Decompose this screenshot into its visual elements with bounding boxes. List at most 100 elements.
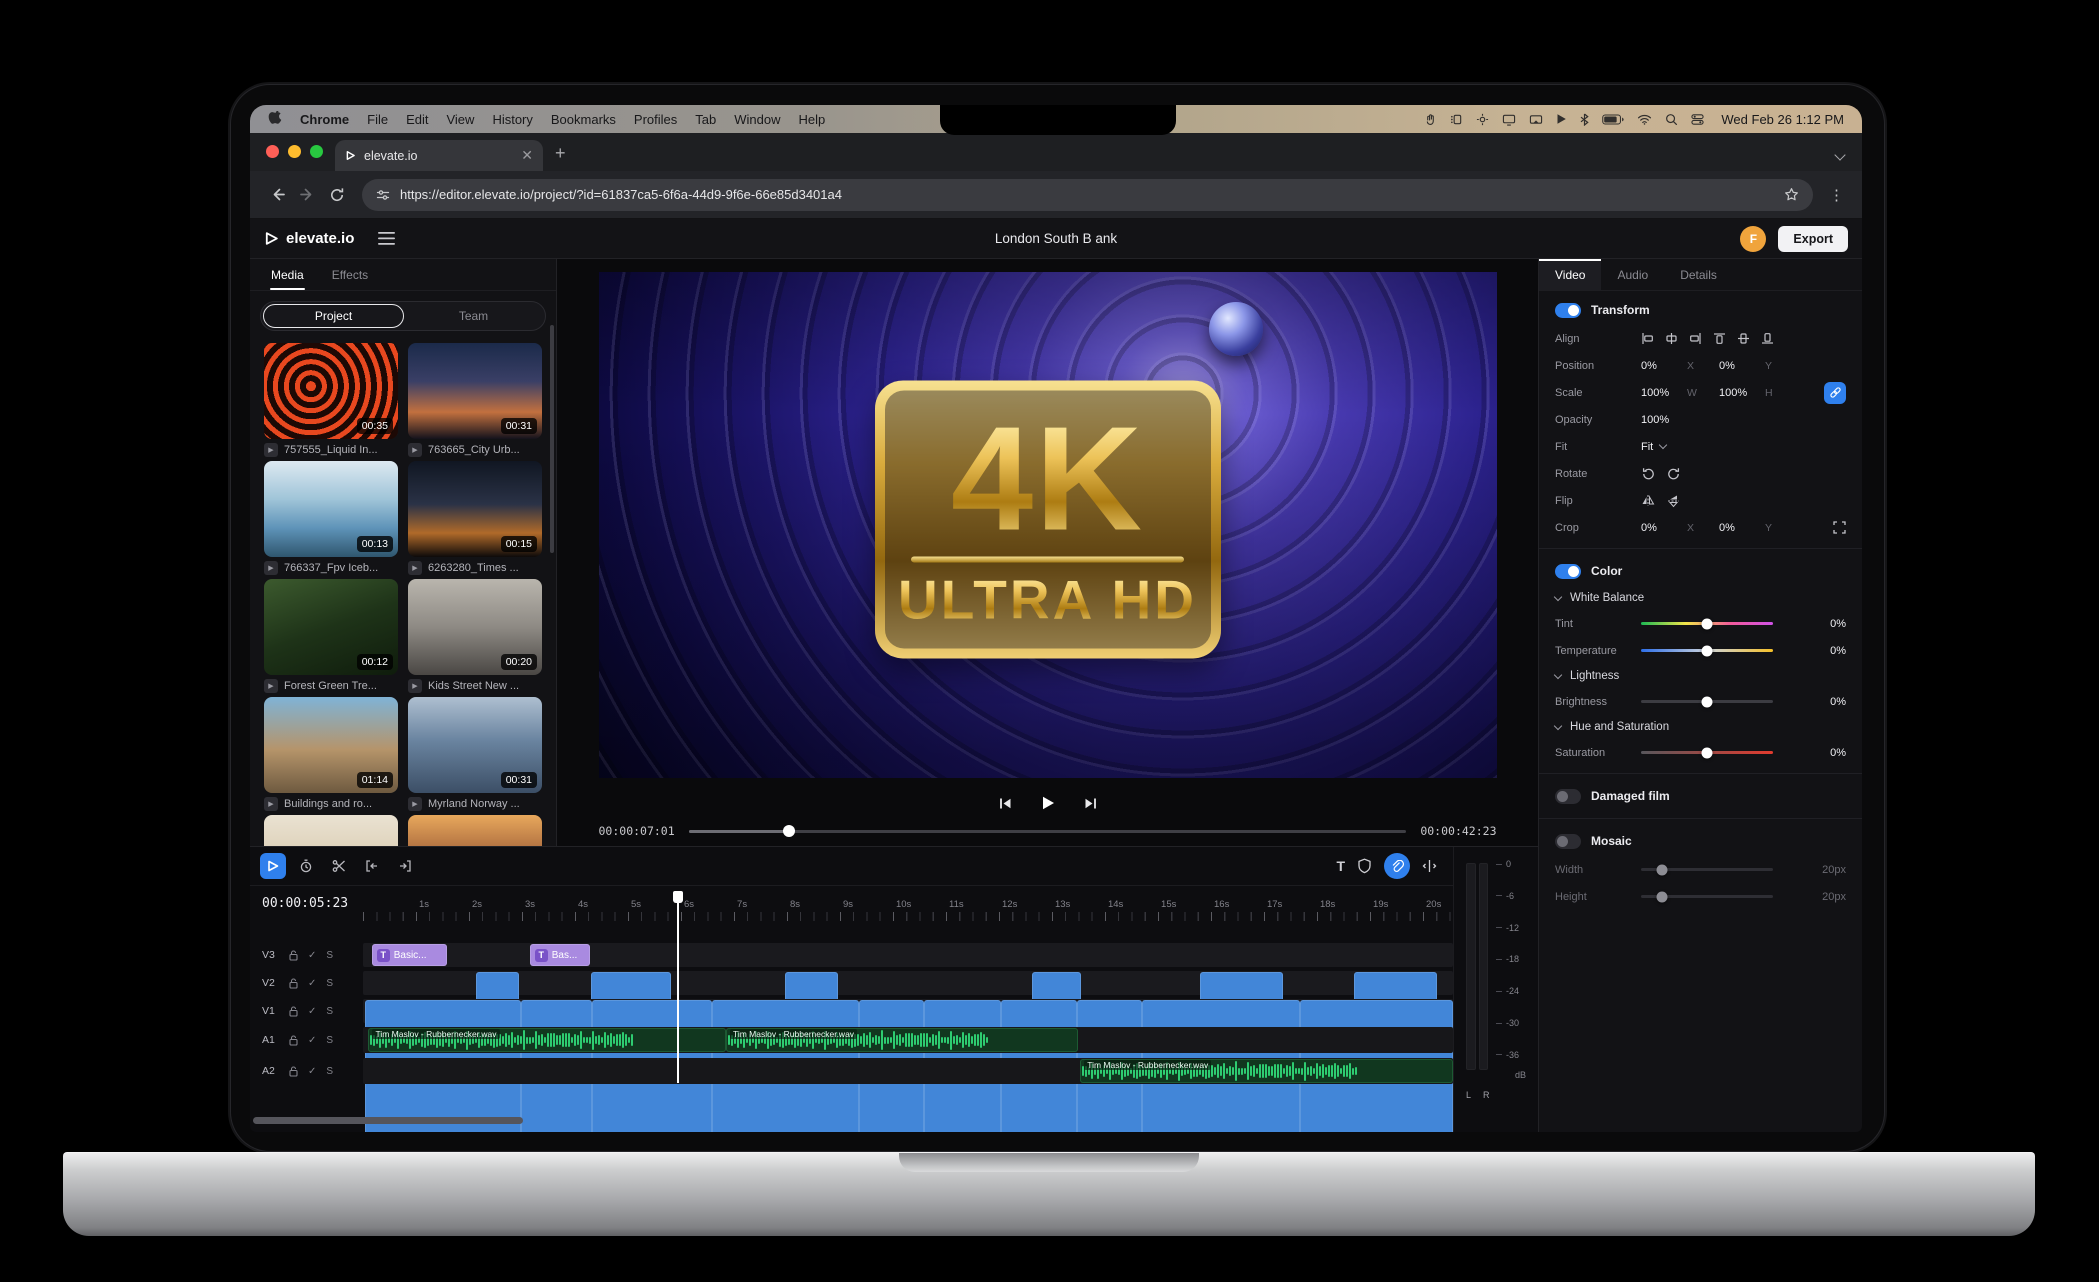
reload-button[interactable] [322, 180, 352, 210]
color-toggle[interactable] [1555, 564, 1581, 579]
media-thumbnail[interactable] [264, 815, 398, 846]
menubar-menu-item[interactable]: Edit [406, 112, 428, 127]
apple-logo-icon[interactable] [268, 111, 282, 127]
solo-button[interactable]: S [326, 950, 333, 961]
browser-tab[interactable]: elevate.io ✕ [335, 140, 543, 171]
align-bottom-icon[interactable] [1761, 332, 1774, 345]
media-thumbnail[interactable]: 00:15 [408, 461, 542, 557]
track-lane-v3[interactable]: T Basic... T Bas... [363, 943, 1453, 967]
media-card[interactable] [408, 815, 542, 846]
close-window-button[interactable] [266, 145, 279, 158]
next-frame-button[interactable] [1083, 796, 1098, 811]
project-title[interactable]: London South B ank [995, 231, 1117, 246]
audio-clip[interactable]: Tim Maslov - Rubbernecker.wav [368, 1028, 726, 1052]
menubar-menu-item[interactable]: History [492, 112, 532, 127]
flip-vertical-icon[interactable] [1667, 494, 1680, 508]
media-thumbnail[interactable] [408, 815, 542, 846]
pointer-tool-button[interactable] [260, 853, 286, 879]
lock-icon[interactable] [289, 1006, 298, 1017]
track-lane-a2[interactable]: Tim Maslov - Rubbernecker.wav [363, 1058, 1453, 1084]
stage-manager-icon[interactable] [1450, 113, 1463, 126]
bluetooth-icon[interactable] [1580, 113, 1589, 126]
scale-w-value[interactable]: 100% [1641, 387, 1687, 399]
media-card[interactable]: 00:20 ▶ Kids Street New ... [408, 579, 542, 697]
crop-expand-icon[interactable] [1833, 521, 1846, 534]
align-right-icon[interactable] [1689, 332, 1702, 345]
export-button[interactable]: Export [1778, 226, 1848, 252]
text-clip[interactable]: T Basic... [372, 944, 447, 966]
menubar-menu-item[interactable]: Help [799, 112, 826, 127]
opacity-value[interactable]: 100% [1641, 414, 1687, 426]
media-thumbnail[interactable]: 00:31 [408, 343, 542, 439]
track-lane-a1[interactable]: Tim Maslov - Rubbernecker.wav Tim Maslov… [363, 1027, 1453, 1053]
media-card[interactable]: 00:12 ▶ Forest Green Tre... [264, 579, 398, 697]
control-center-icon[interactable] [1691, 113, 1704, 126]
lock-icon[interactable] [289, 1035, 298, 1046]
app-logo[interactable]: elevate.io [264, 230, 354, 247]
media-thumbnail[interactable]: 00:31 [408, 697, 542, 793]
media-card[interactable]: 00:31 ▶ Myrland Norway ... [408, 697, 542, 815]
media-card[interactable]: 01:14 ▶ Buildings and ro... [264, 697, 398, 815]
razor-tool-button[interactable] [326, 853, 352, 879]
hue-saturation-header[interactable]: Hue and Saturation [1539, 715, 1862, 739]
lock-icon[interactable] [289, 1066, 298, 1077]
browser-menu-icon[interactable]: ⋮ [1823, 186, 1850, 204]
text-tool-button[interactable]: T [1336, 858, 1345, 874]
menubar-menu-item[interactable]: Profiles [634, 112, 677, 127]
media-thumbnail[interactable]: 00:13 [264, 461, 398, 557]
crop-y-value[interactable]: 0% [1719, 522, 1765, 534]
media-thumbnail[interactable]: 00:20 [408, 579, 542, 675]
position-y-value[interactable]: 0% [1719, 360, 1765, 372]
previous-frame-button[interactable] [998, 796, 1013, 811]
tint-slider[interactable] [1641, 622, 1773, 625]
align-center-horizontal-icon[interactable] [1665, 332, 1678, 345]
timeline-scrollbar[interactable] [253, 1117, 523, 1124]
mark-in-button[interactable] [359, 853, 385, 879]
tab-media[interactable]: Media [258, 261, 317, 289]
lock-icon[interactable] [289, 978, 298, 989]
display-icon[interactable] [1502, 113, 1516, 126]
align-middle-vertical-icon[interactable] [1737, 332, 1750, 345]
site-settings-icon[interactable] [376, 188, 390, 202]
forward-button[interactable] [292, 180, 322, 210]
enable-check-icon[interactable]: ✓ [308, 1066, 316, 1077]
menubar-clock[interactable]: Wed Feb 26 1:12 PM [1721, 112, 1844, 127]
solo-button[interactable]: S [326, 1035, 333, 1046]
menubar-menu-item[interactable]: File [367, 112, 388, 127]
mark-out-button[interactable] [392, 853, 418, 879]
audio-clip[interactable]: Tim Maslov - Rubbernecker.wav [726, 1028, 1078, 1052]
enable-check-icon[interactable]: ✓ [308, 1035, 316, 1046]
hand-icon[interactable] [1424, 113, 1437, 126]
minimize-window-button[interactable] [288, 145, 301, 158]
timeline-ruler[interactable]: 1s2s3s4s5s6s7s8s9s10s11s12s13s14s15s16s1… [363, 886, 1453, 921]
spotlight-search-icon[interactable] [1665, 113, 1678, 126]
media-scrollbar[interactable] [550, 325, 554, 553]
mosaic-width-slider[interactable] [1641, 868, 1773, 871]
media-card[interactable]: 00:13 ▶ 766337_Fpv Iceb... [264, 461, 398, 579]
tab-close-icon[interactable]: ✕ [521, 147, 533, 164]
media-card[interactable]: 00:15 ▶ 6263280_Times ... [408, 461, 542, 579]
white-balance-header[interactable]: White Balance [1539, 586, 1862, 610]
scale-h-value[interactable]: 100% [1719, 387, 1765, 399]
segment-team[interactable]: Team [404, 304, 543, 328]
enable-check-icon[interactable]: ✓ [308, 978, 316, 989]
align-top-icon[interactable] [1713, 332, 1726, 345]
mask-tool-button[interactable] [1357, 858, 1372, 874]
media-thumbnail[interactable]: 00:12 [264, 579, 398, 675]
tab-search-chevron-icon[interactable] [1834, 149, 1845, 160]
tab-details[interactable]: Details [1664, 259, 1733, 290]
timer-tool-button[interactable] [293, 853, 319, 879]
temperature-slider[interactable] [1641, 649, 1773, 652]
menubar-app-name[interactable]: Chrome [300, 112, 349, 127]
position-x-value[interactable]: 0% [1641, 360, 1687, 372]
menubar-menu-item[interactable]: Bookmarks [551, 112, 616, 127]
brightness-slider[interactable] [1641, 700, 1773, 703]
solo-button[interactable]: S [326, 1066, 333, 1077]
attach-tool-button[interactable] [1384, 853, 1410, 879]
url-text[interactable]: https://editor.elevate.io/project/?id=61… [400, 187, 1774, 202]
media-card[interactable]: 00:31 ▶ 763665_City Urb... [408, 343, 542, 461]
solo-button[interactable]: S [326, 978, 333, 989]
track-lane-v1[interactable]: ▷ 682028_Skater Longboard ... ▷ 35706... [363, 999, 1453, 1023]
battery-icon[interactable] [1602, 114, 1624, 125]
fullscreen-window-button[interactable] [310, 145, 323, 158]
